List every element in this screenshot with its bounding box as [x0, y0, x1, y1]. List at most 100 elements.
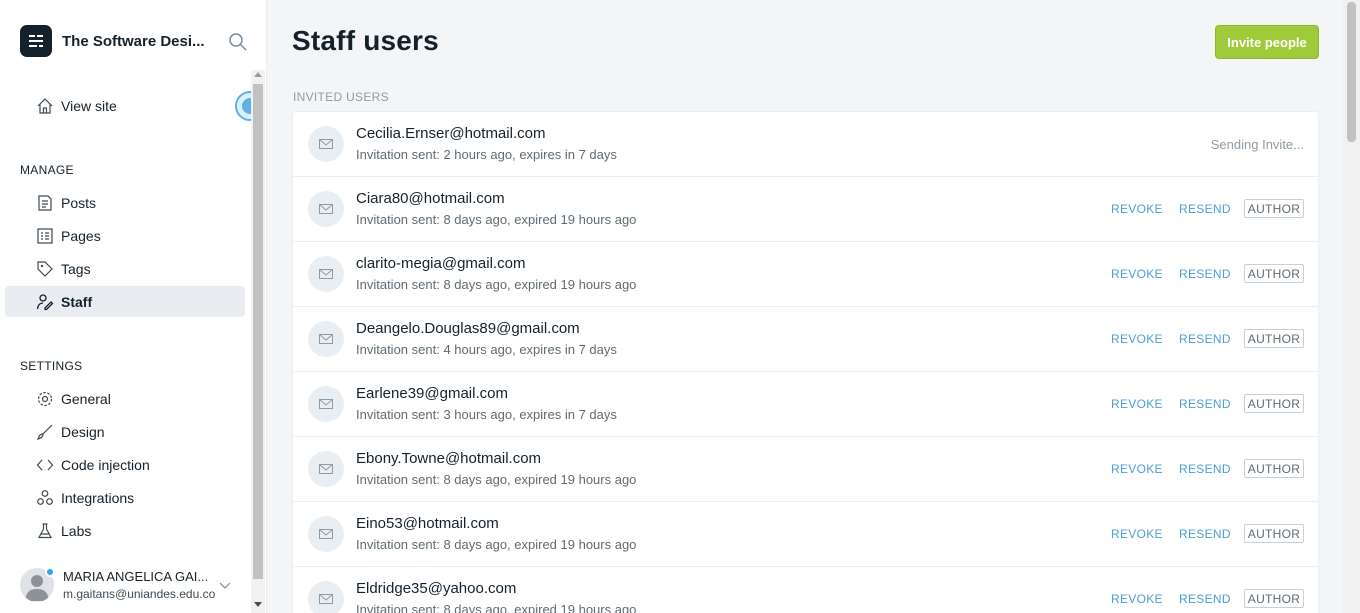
- pages-icon: [37, 228, 53, 244]
- invite-email: Ciara80@hotmail.com: [356, 190, 505, 207]
- mail-icon: [308, 386, 344, 422]
- revoke-button[interactable]: REVOKE: [1111, 592, 1163, 606]
- sidebar-item-posts-label: Posts: [61, 194, 97, 211]
- manage-section-title: MANAGE: [20, 163, 74, 177]
- resend-button[interactable]: RESEND: [1179, 527, 1231, 541]
- tag-icon: [37, 261, 53, 277]
- invite-meta: Invitation sent: 8 days ago, expired 19 …: [356, 212, 637, 227]
- mail-icon: [308, 126, 344, 162]
- sidebar-item-pages[interactable]: Pages: [5, 220, 245, 251]
- mail-icon: [308, 451, 344, 487]
- brush-icon: [37, 424, 53, 440]
- list-item: Ciara80@hotmail.com Invitation sent: 8 d…: [293, 177, 1318, 242]
- scroll-up-arrow-icon[interactable]: [254, 72, 262, 77]
- main-scrollbar[interactable]: [1343, 0, 1360, 613]
- sidebar-item-pages-label: Pages: [61, 227, 101, 244]
- flask-icon: [38, 523, 52, 539]
- brand[interactable]: The Software Desi...: [20, 24, 212, 58]
- posts-icon: [38, 195, 52, 211]
- sidebar-item-general[interactable]: General: [5, 383, 245, 414]
- role-badge: AUTHOR: [1244, 394, 1304, 413]
- invite-meta: Invitation sent: 8 days ago, expired 19 …: [356, 602, 637, 613]
- list-item: Eino53@hotmail.com Invitation sent: 8 da…: [293, 502, 1318, 567]
- list-item: Deangelo.Douglas89@gmail.com Invitation …: [293, 307, 1318, 372]
- search-icon[interactable]: [228, 32, 248, 52]
- list-item: Cecilia.Ernser@hotmail.com Invitation se…: [293, 112, 1318, 177]
- invite-email: Ebony.Towne@hotmail.com: [356, 450, 542, 467]
- main-scroll-thumb[interactable]: [1347, 2, 1356, 142]
- brand-logo: [20, 25, 52, 57]
- invite-email: Eino53@hotmail.com: [356, 515, 499, 532]
- sidebar-item-tags-label: Tags: [61, 260, 91, 277]
- invite-email: Eldridge35@yahoo.com: [356, 580, 517, 597]
- resend-button[interactable]: RESEND: [1179, 332, 1231, 346]
- revoke-button[interactable]: REVOKE: [1111, 527, 1163, 541]
- sidebar-item-labs[interactable]: Labs: [5, 515, 245, 546]
- list-item: Eldridge35@yahoo.com Invitation sent: 8 …: [293, 567, 1318, 613]
- invite-meta: Invitation sent: 8 days ago, expired 19 …: [356, 472, 637, 487]
- sidebar-item-labs-label: Labs: [61, 522, 92, 539]
- list-item: Earlene39@gmail.com Invitation sent: 3 h…: [293, 372, 1318, 437]
- sidebar-item-code-injection-label: Code injection: [61, 456, 150, 473]
- user-email: m.gaitans@uniandes.edu.co: [63, 587, 216, 601]
- sidebar-item-tags[interactable]: Tags: [5, 253, 245, 284]
- role-badge: AUTHOR: [1244, 589, 1304, 608]
- sidebar-scrollbar[interactable]: [251, 70, 265, 613]
- sidebar-item-posts[interactable]: Posts: [5, 187, 245, 218]
- revoke-button[interactable]: REVOKE: [1111, 332, 1163, 346]
- sidebar-item-staff-label: Staff: [61, 293, 93, 310]
- invite-people-button[interactable]: Invite people: [1215, 25, 1319, 59]
- staff-icon: [36, 294, 54, 311]
- user-name: MARIA ANGELICA GAI...: [63, 569, 209, 584]
- invite-email: Earlene39@gmail.com: [356, 385, 508, 402]
- user-menu[interactable]: MARIA ANGELICA GAI... m.gaitans@uniandes…: [20, 566, 250, 606]
- sidebar-item-staff[interactable]: Staff: [5, 286, 245, 317]
- notification-dot: [45, 567, 55, 577]
- invite-email: Cecilia.Ernser@hotmail.com: [356, 125, 546, 142]
- brand-title: The Software Desi...: [62, 32, 205, 50]
- nav-view-site-label: View site: [61, 97, 117, 114]
- home-icon: [37, 98, 53, 114]
- sidebar-item-integrations[interactable]: Integrations: [5, 482, 245, 513]
- nav-view-site[interactable]: View site: [5, 90, 245, 121]
- resend-button[interactable]: RESEND: [1179, 462, 1231, 476]
- role-badge: AUTHOR: [1244, 264, 1304, 283]
- resend-button[interactable]: RESEND: [1179, 202, 1231, 216]
- invited-users-list: Cecilia.Ernser@hotmail.com Invitation se…: [292, 111, 1319, 613]
- sidebar-item-integrations-label: Integrations: [61, 489, 135, 506]
- invite-meta: Invitation sent: 8 days ago, expired 19 …: [356, 537, 637, 552]
- mail-icon: [308, 581, 344, 613]
- invite-meta: Invitation sent: 3 hours ago, expires in…: [356, 407, 617, 422]
- sidebar-item-design[interactable]: Design: [5, 416, 245, 447]
- code-icon: [36, 459, 54, 471]
- role-badge: AUTHOR: [1244, 459, 1304, 478]
- revoke-button[interactable]: REVOKE: [1111, 202, 1163, 216]
- mail-icon: [308, 256, 344, 292]
- resend-button[interactable]: RESEND: [1179, 592, 1231, 606]
- sidebar-item-design-label: Design: [61, 423, 105, 440]
- settings-section-title: SETTINGS: [20, 359, 83, 373]
- sending-status: Sending Invite...: [1210, 137, 1304, 152]
- resend-button[interactable]: RESEND: [1179, 267, 1231, 281]
- revoke-button[interactable]: REVOKE: [1111, 462, 1163, 476]
- role-badge: AUTHOR: [1244, 524, 1304, 543]
- sidebar-item-code-injection[interactable]: Code injection: [5, 449, 245, 480]
- scroll-down-arrow-icon[interactable]: [254, 602, 262, 607]
- list-item: Ebony.Towne@hotmail.com Invitation sent:…: [293, 437, 1318, 502]
- invite-email: Deangelo.Douglas89@gmail.com: [356, 320, 580, 337]
- revoke-button[interactable]: REVOKE: [1111, 397, 1163, 411]
- revoke-button[interactable]: REVOKE: [1111, 267, 1163, 281]
- role-badge: AUTHOR: [1244, 199, 1304, 218]
- page-title: Staff users: [292, 25, 439, 56]
- sidebar-item-general-label: General: [61, 390, 111, 407]
- invite-meta: Invitation sent: 2 hours ago, expires in…: [356, 147, 617, 162]
- mail-icon: [308, 516, 344, 552]
- mail-icon: [308, 321, 344, 357]
- gear-icon: [37, 391, 53, 407]
- list-item: clarito-megia@gmail.com Invitation sent:…: [293, 242, 1318, 307]
- chevron-down-icon: [219, 582, 231, 589]
- invite-meta: Invitation sent: 8 days ago, expired 19 …: [356, 277, 637, 292]
- sidebar-scroll-thumb[interactable]: [253, 84, 263, 579]
- mail-icon: [308, 191, 344, 227]
- resend-button[interactable]: RESEND: [1179, 397, 1231, 411]
